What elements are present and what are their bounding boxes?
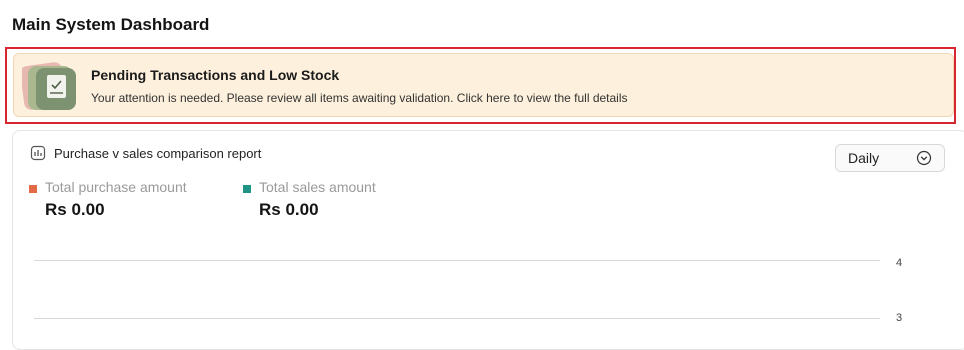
purchase-sales-report-card: Purchase v sales comparison report Daily… bbox=[12, 130, 964, 350]
chart-gridline bbox=[34, 260, 880, 261]
report-title: Purchase v sales comparison report bbox=[54, 145, 262, 161]
legend-swatch-sales bbox=[243, 185, 251, 193]
alert-title: Pending Transactions and Low Stock bbox=[91, 67, 340, 83]
document-stack-icon bbox=[20, 62, 84, 112]
chevron-down-icon bbox=[916, 150, 932, 166]
alert-banner[interactable]: Pending Transactions and Low Stock Your … bbox=[13, 53, 954, 117]
legend-label-purchase: Total purchase amount bbox=[45, 179, 187, 195]
y-tick-label: 3 bbox=[896, 312, 903, 324]
y-tick-label: 4 bbox=[896, 257, 903, 269]
period-dropdown-value: Daily bbox=[848, 150, 880, 166]
alert-message[interactable]: Your attention is needed. Please review … bbox=[91, 91, 628, 105]
legend-value-purchase: Rs 0.00 bbox=[45, 200, 105, 219]
legend-value-sales: Rs 0.00 bbox=[259, 200, 319, 219]
legend-label-sales: Total sales amount bbox=[259, 179, 376, 195]
report-header: Purchase v sales comparison report bbox=[30, 145, 261, 161]
bar-chart-icon bbox=[30, 145, 46, 161]
period-dropdown[interactable]: Daily bbox=[835, 144, 945, 172]
page-title: Main System Dashboard bbox=[12, 15, 210, 34]
chart-gridline bbox=[34, 318, 880, 319]
legend-swatch-purchase bbox=[29, 185, 37, 193]
